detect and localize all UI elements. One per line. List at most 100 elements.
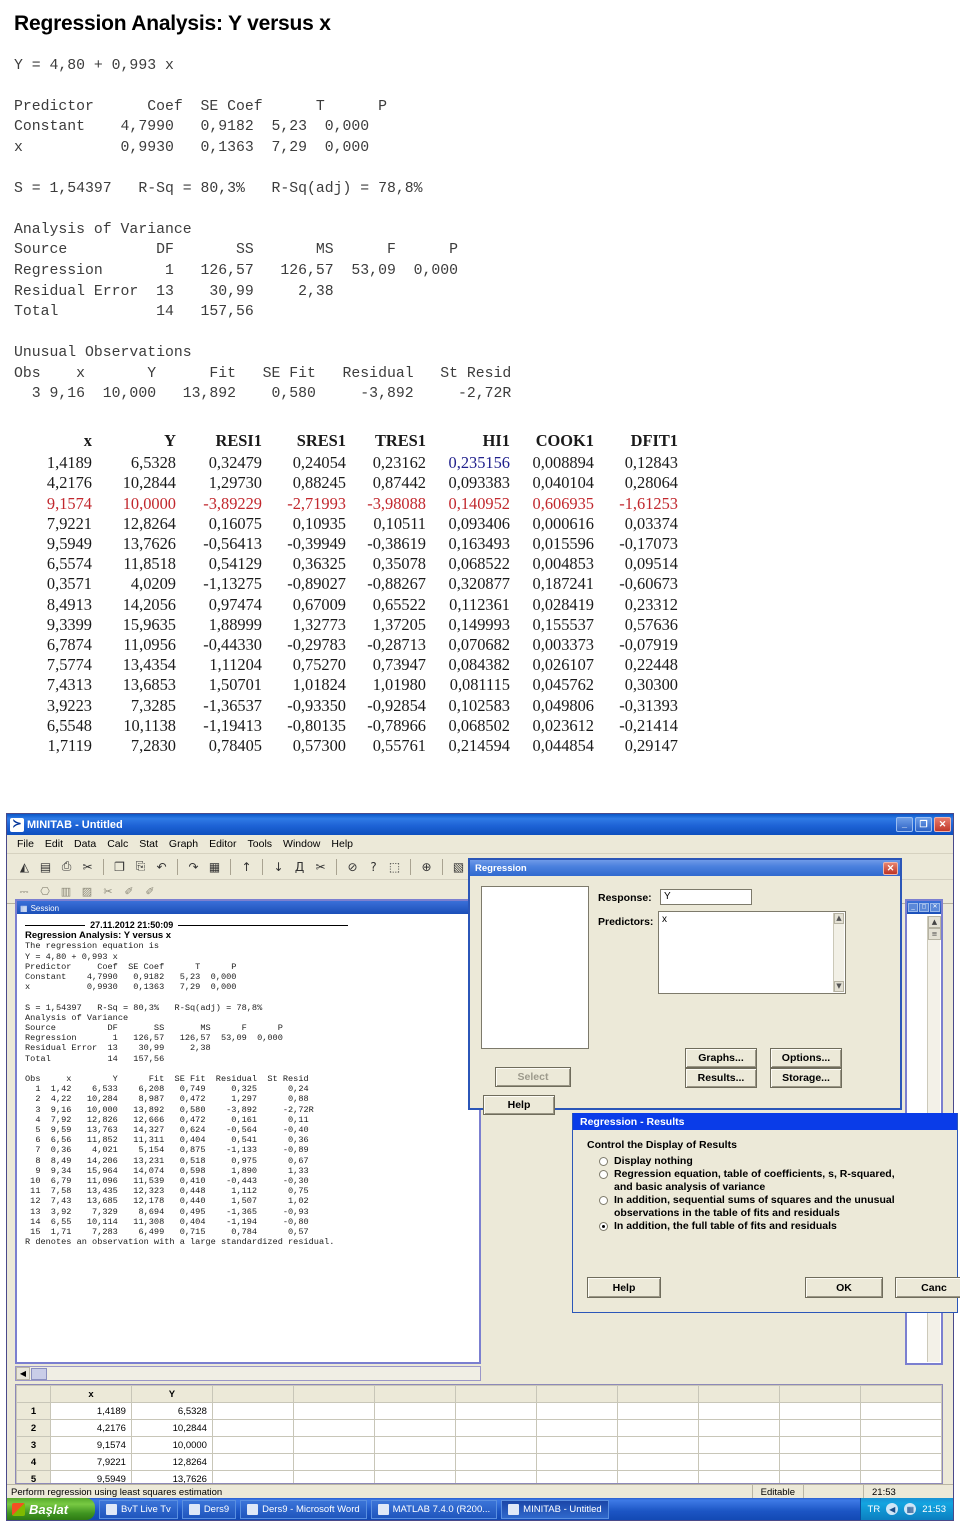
radio-button-icon[interactable] <box>599 1222 608 1231</box>
results-option-3[interactable]: In addition, the full table of fits and … <box>599 1220 957 1232</box>
worksheet-cell-empty[interactable] <box>373 1436 456 1454</box>
session-icon[interactable]: ▦ <box>205 857 224 876</box>
worksheet-cell-empty[interactable] <box>454 1453 537 1471</box>
variable-list-box[interactable] <box>481 886 589 1049</box>
menu-item-tools[interactable]: Tools <box>248 838 273 850</box>
menu-item-edit[interactable]: Edit <box>45 838 63 850</box>
regression-dialog-close-button[interactable]: ✕ <box>883 861 898 875</box>
copy-icon[interactable]: ❐ <box>110 857 129 876</box>
open-folder-icon[interactable]: ◭ <box>15 857 34 876</box>
worksheet-cell[interactable]: 13,7626 <box>130 1470 213 1483</box>
worksheet-row-number[interactable]: 3 <box>16 1436 51 1454</box>
worksheet-column-empty[interactable] <box>778 1385 861 1403</box>
worksheet-cell[interactable]: 9,1574 <box>49 1436 132 1454</box>
pm-minimize-button[interactable]: _ <box>908 903 918 912</box>
results-option-0[interactable]: Display nothing <box>599 1155 957 1167</box>
taskbar-item[interactable]: MATLAB 7.4.0 (R200... <box>370 1499 498 1519</box>
worksheet-cell[interactable]: 6,5328 <box>130 1402 213 1420</box>
predictors-scroll-up-icon[interactable]: ▲ <box>834 913 844 924</box>
worksheet-row-number[interactable]: 2 <box>16 1419 51 1437</box>
cut-icon[interactable]: ✂ <box>78 857 97 876</box>
scroll-left-icon[interactable]: ◀ <box>16 1367 30 1380</box>
worksheet-column-empty[interactable] <box>292 1385 375 1403</box>
worksheet-cell-empty[interactable] <box>454 1470 537 1483</box>
menu-item-editor[interactable]: Editor <box>209 838 236 850</box>
taskbar-item[interactable]: Ders9 - Microsoft Word <box>240 1499 367 1519</box>
start-button[interactable]: Başlat <box>7 1498 95 1520</box>
add-icon[interactable]: ⊕ <box>417 857 436 876</box>
taskbar-item[interactable]: MINITAB - Untitled <box>501 1499 609 1519</box>
worksheet-cell-empty[interactable] <box>292 1419 375 1437</box>
worksheet-cell-empty[interactable] <box>778 1436 861 1454</box>
worksheet-column-empty[interactable] <box>616 1385 699 1403</box>
graphs-button[interactable]: Graphs... <box>685 1048 757 1068</box>
worksheet-cell-empty[interactable] <box>697 1470 780 1483</box>
worksheet-cell-empty[interactable] <box>859 1470 942 1483</box>
minimize-button[interactable]: _ <box>896 817 913 832</box>
pm-scroll-up-icon[interactable]: ▲ <box>928 916 941 928</box>
worksheet-column-empty[interactable] <box>454 1385 537 1403</box>
find-next-icon[interactable]: ✂ <box>311 857 330 876</box>
undo-icon[interactable]: ↶ <box>152 857 171 876</box>
brush-off-icon[interactable]: ✐ <box>120 883 138 900</box>
cancel-icon[interactable]: ⊘ <box>343 857 362 876</box>
volume-icon[interactable]: ◀ <box>886 1503 899 1515</box>
eraser-icon[interactable]: ✐ <box>141 883 159 900</box>
menu-item-calc[interactable]: Calc <box>107 838 128 850</box>
close-button[interactable]: ✕ <box>934 817 951 832</box>
worksheet-cell-empty[interactable] <box>373 1419 456 1437</box>
worksheet-cell-empty[interactable] <box>211 1453 294 1471</box>
radio-button-icon[interactable] <box>599 1157 608 1166</box>
worksheet-cell[interactable]: 1,4189 <box>49 1402 132 1420</box>
brush-icon[interactable]: ✂ <box>99 883 117 900</box>
worksheet-cell[interactable]: 4,2176 <box>49 1419 132 1437</box>
worksheet-column-empty[interactable] <box>373 1385 456 1403</box>
worksheet-row-number[interactable]: 4 <box>16 1453 51 1471</box>
worksheet-cell-empty[interactable] <box>292 1453 375 1471</box>
taskbar-item[interactable]: Ders9 <box>181 1499 237 1519</box>
worksheet-cell-empty[interactable] <box>454 1436 537 1454</box>
worksheet-cell-empty[interactable] <box>535 1453 618 1471</box>
3d-icon[interactable]: ⬚ <box>385 857 404 876</box>
save-icon[interactable]: ▤ <box>36 857 55 876</box>
worksheet-cell-empty[interactable] <box>616 1436 699 1454</box>
paste-icon[interactable]: ⎘ <box>131 857 150 876</box>
results-ok-button[interactable]: OK <box>805 1277 883 1298</box>
regression-help-button[interactable]: Help <box>483 1095 555 1115</box>
worksheet-cell[interactable]: 9,5949 <box>49 1470 132 1483</box>
worksheet-column-empty[interactable] <box>535 1385 618 1403</box>
worksheet-cell-empty[interactable] <box>292 1402 375 1420</box>
worksheet-row-number[interactable]: 5 <box>16 1470 51 1483</box>
worksheet-cell-empty[interactable] <box>616 1470 699 1483</box>
menu-item-data[interactable]: Data <box>74 838 96 850</box>
worksheet-cell-empty[interactable] <box>292 1470 375 1483</box>
restore-button[interactable]: ❐ <box>915 817 932 832</box>
worksheet-column-empty[interactable] <box>211 1385 294 1403</box>
print-icon[interactable]: ⎙ <box>57 857 76 876</box>
worksheet-cell[interactable]: 7,9221 <box>49 1453 132 1471</box>
worksheet-cell-empty[interactable] <box>697 1402 780 1420</box>
tray-clock[interactable]: 21:53 <box>922 1504 946 1515</box>
worksheet-cell-empty[interactable] <box>697 1436 780 1454</box>
insert-row-icon[interactable]: ▥ <box>57 883 75 900</box>
results-button[interactable]: Results... <box>685 1068 757 1088</box>
worksheet-cell-empty[interactable] <box>535 1419 618 1437</box>
worksheet-cell-empty[interactable] <box>616 1453 699 1471</box>
tray-language-indicator[interactable]: TR <box>868 1504 881 1515</box>
worksheet-cell-empty[interactable] <box>373 1453 456 1471</box>
worksheet-cell-empty[interactable] <box>859 1402 942 1420</box>
worksheet-cell-empty[interactable] <box>616 1419 699 1437</box>
menu-item-graph[interactable]: Graph <box>169 838 198 850</box>
pm-scroll-thumb[interactable]: ≡ <box>928 928 941 940</box>
predictors-scrollbar[interactable]: ▲ ▼ <box>833 913 844 992</box>
insert-cells-icon[interactable]: ⎓ <box>15 883 33 900</box>
pm-restore-button[interactable]: ◻ <box>919 903 929 912</box>
menu-item-file[interactable]: File <box>17 838 34 850</box>
results-option-2[interactable]: In addition, sequential sums of squares … <box>599 1194 957 1206</box>
taskbar-item[interactable]: BvT Live Tv <box>99 1499 178 1519</box>
up-arrow-icon[interactable]: ↑ <box>237 857 256 876</box>
worksheet-cell-empty[interactable] <box>211 1402 294 1420</box>
redo-icon[interactable]: ↷ <box>184 857 203 876</box>
worksheet-column-empty[interactable] <box>697 1385 780 1403</box>
worksheet-grid[interactable]: xY 1 1,4189 6,5328 2 4,2176 10,2844 3 9,1574 10,… <box>16 1385 942 1483</box>
